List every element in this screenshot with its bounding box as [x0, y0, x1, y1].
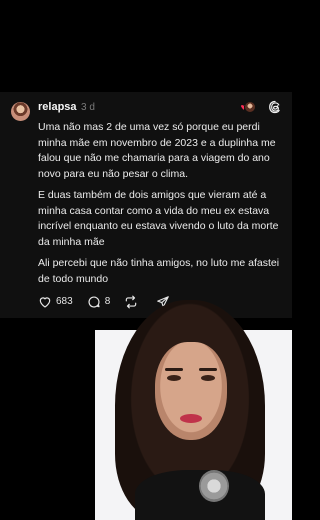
- like-button[interactable]: 683: [38, 295, 73, 309]
- avatar[interactable]: [11, 102, 30, 121]
- like-count: 683: [56, 296, 73, 307]
- liker-avatar: [244, 101, 256, 113]
- post-paragraph: E duas também de dois amigos que vieram …: [38, 189, 279, 248]
- eye-left: [167, 375, 181, 381]
- threads-icon[interactable]: [268, 100, 282, 114]
- threads-post: relapsa 3 d ♥ Uma não mas 2 de uma vez s…: [0, 92, 292, 318]
- heart-icon: [39, 297, 51, 308]
- microphone-icon: [199, 470, 229, 502]
- post-time: 3 d: [81, 102, 95, 113]
- post-paragraph: Uma não mas 2 de uma vez só porque eu pe…: [38, 121, 276, 180]
- post-body: Uma não mas 2 de uma vez só porque eu pe…: [38, 120, 286, 293]
- post-paragraph: Ali percebi que não tinha amigos, no lut…: [38, 257, 280, 285]
- username[interactable]: relapsa: [38, 101, 77, 113]
- eye-right: [201, 375, 215, 381]
- eyebrow-right: [199, 368, 217, 371]
- video-person-face: [155, 342, 227, 440]
- liked-by-badge: ♥: [241, 101, 256, 113]
- eyebrow-left: [165, 368, 183, 371]
- lips: [180, 414, 202, 423]
- video-overlay[interactable]: [95, 300, 292, 520]
